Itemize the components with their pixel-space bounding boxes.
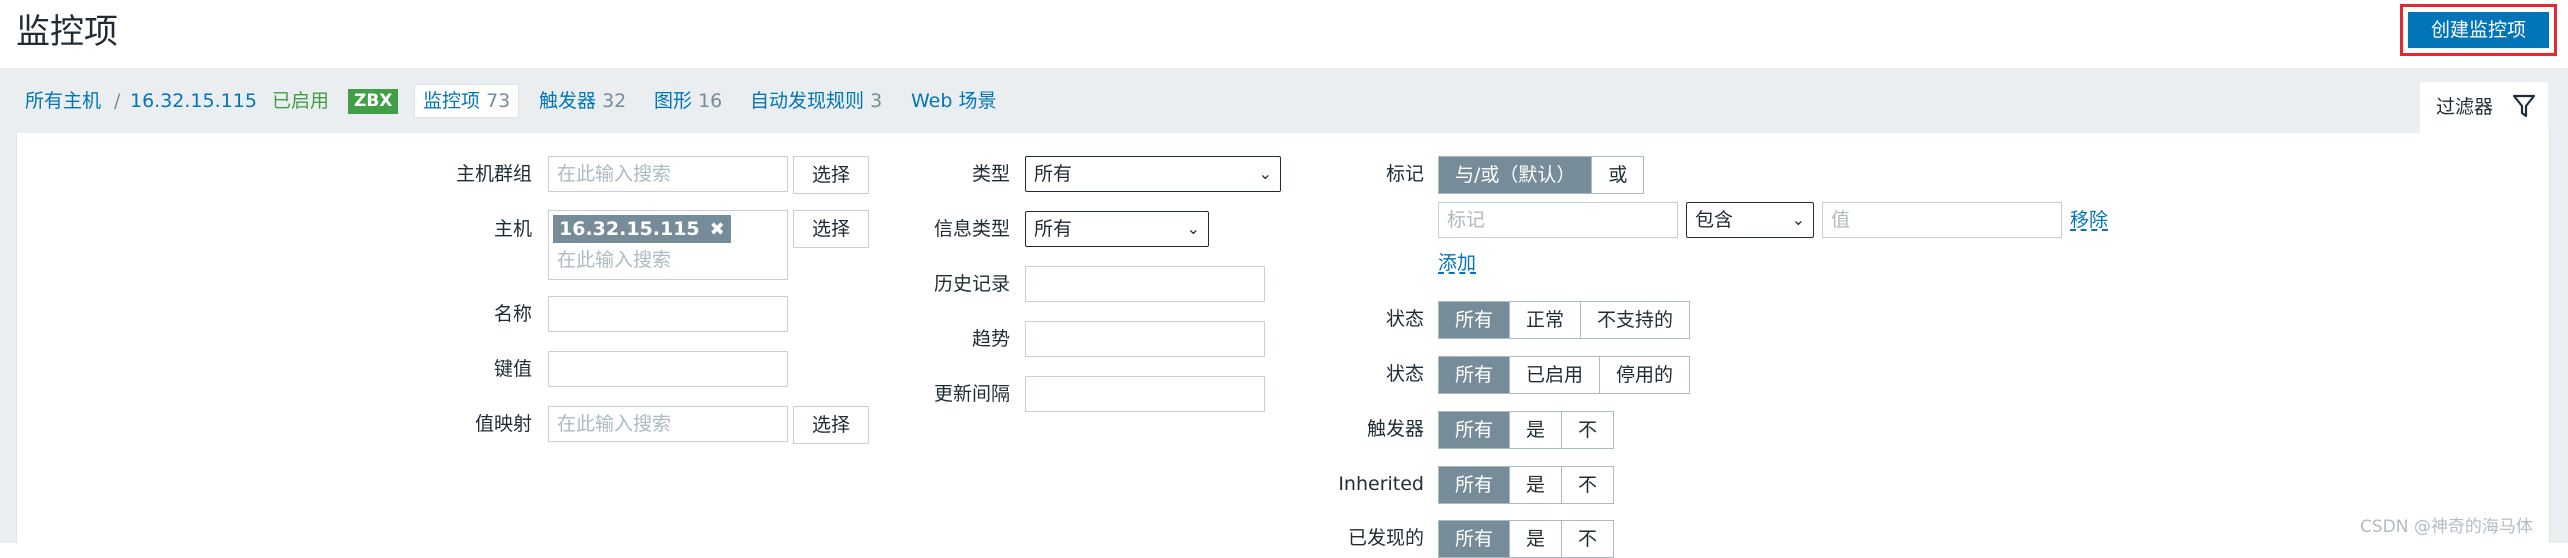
discovered-toggle[interactable]: 所有 是 不 [1438, 520, 1615, 558]
tag-value-input[interactable]: 值 [1822, 202, 2062, 238]
valuemap-label: 值映射 [474, 413, 532, 435]
discovered-option-yes[interactable]: 是 [1509, 521, 1562, 557]
trends-input[interactable] [1025, 321, 1265, 357]
page-title: 监控项 [16, 12, 118, 52]
nav-triggers-count: 32 [602, 90, 627, 112]
chevron-down-icon: ⌄ [1186, 219, 1200, 238]
nav-web-scenarios[interactable]: Web 场景 [911, 88, 996, 114]
info-type-select-value: 所有 [1034, 218, 1073, 240]
nav-triggers[interactable]: 触发器 32 [539, 88, 626, 114]
tag-operator-value: 包含 [1695, 209, 1734, 231]
inherited-label: Inherited [1338, 473, 1424, 495]
triggers-option-no[interactable]: 不 [1561, 412, 1614, 448]
nav-items-label: 监控项 [423, 90, 481, 112]
nav-triggers-label: 触发器 [539, 90, 597, 112]
discovered-option-all[interactable]: 所有 [1439, 521, 1510, 557]
nav-discovery-count: 3 [870, 90, 883, 112]
host-chip-label: 16.32.15.115 [559, 218, 700, 240]
history-input[interactable] [1025, 266, 1265, 302]
left-gutter [0, 133, 16, 543]
status-option-disabled[interactable]: 停用的 [1599, 357, 1690, 393]
breadcrumb-all-hosts[interactable]: 所有主机 [25, 88, 101, 114]
tags-evaltype-toggle[interactable]: 与/或（默认） 或 [1438, 156, 1645, 194]
status-option-all[interactable]: 所有 [1439, 357, 1510, 393]
host-group-select-button[interactable]: 选择 [793, 156, 869, 194]
info-type-select[interactable]: 所有 ⌄ [1025, 211, 1209, 247]
zbx-availability-badge: ZBX [348, 89, 399, 114]
host-select-button[interactable]: 选择 [793, 210, 869, 248]
valuemap-input[interactable]: 在此输入搜索 [548, 406, 788, 442]
remove-chip-icon[interactable]: ✖ [710, 219, 725, 240]
filter-funnel-icon [2512, 94, 2536, 118]
tag-remove-link[interactable]: 移除 [2070, 207, 2108, 233]
create-button-highlight: 创建监控项 [2400, 4, 2557, 56]
nav-discovery-label: 自动发现规则 [750, 90, 865, 112]
status-toggle[interactable]: 所有 已启用 停用的 [1438, 356, 1691, 394]
nav-graphs[interactable]: 图形 16 [654, 88, 722, 114]
host-group-label: 主机群组 [455, 163, 532, 185]
triggers-option-all[interactable]: 所有 [1439, 412, 1510, 448]
key-input[interactable] [548, 351, 788, 387]
tag-operator-select[interactable]: 包含 ⌄ [1686, 202, 1814, 238]
update-interval-input[interactable] [1025, 376, 1265, 412]
create-item-button[interactable]: 创建监控项 [2408, 12, 2549, 48]
breadcrumb: 所有主机 / 16.32.15.115 已启用 ZBX 监控项 73 触发器 3… [0, 68, 2568, 133]
tag-add-link[interactable]: 添加 [1438, 250, 1476, 276]
tag-name-input[interactable]: 标记 [1438, 202, 1678, 238]
nav-items-tab[interactable]: 监控项 73 [414, 84, 520, 118]
host-label: 主机 [493, 218, 532, 240]
state-label: 状态 [1385, 308, 1424, 330]
inherited-option-no[interactable]: 不 [1561, 467, 1614, 503]
state-option-all[interactable]: 所有 [1439, 302, 1510, 338]
name-input[interactable] [548, 296, 788, 332]
triggers-filter-label: 触发器 [1366, 418, 1424, 440]
update-interval-label: 更新间隔 [933, 383, 1010, 405]
tags-label: 标记 [1385, 163, 1424, 185]
host-status-enabled[interactable]: 已启用 [272, 88, 329, 114]
filter-tab-label: 过滤器 [2436, 96, 2494, 118]
nav-items-count: 73 [486, 90, 511, 112]
nav-discovery-rules[interactable]: 自动发现规则 3 [750, 88, 882, 114]
type-label: 类型 [971, 163, 1010, 185]
state-toggle[interactable]: 所有 正常 不支持的 [1438, 301, 1691, 339]
filter-tab[interactable]: 过滤器 [2420, 82, 2548, 133]
history-label: 历史记录 [933, 273, 1010, 295]
tags-andor-option[interactable]: 与/或（默认） [1439, 157, 1592, 193]
breadcrumb-host[interactable]: 16.32.15.115 [130, 88, 257, 114]
host-group-input[interactable]: 在此输入搜索 [548, 156, 788, 192]
info-type-label: 信息类型 [933, 218, 1010, 240]
filter-panel [16, 133, 2550, 543]
chevron-down-icon: ⌄ [1258, 164, 1272, 183]
discovered-option-no[interactable]: 不 [1561, 521, 1614, 557]
status-label: 状态 [1385, 363, 1424, 385]
state-option-unsupported[interactable]: 不支持的 [1580, 302, 1690, 338]
inherited-option-all[interactable]: 所有 [1439, 467, 1510, 503]
trends-label: 趋势 [971, 328, 1010, 350]
inherited-option-yes[interactable]: 是 [1509, 467, 1562, 503]
type-select-value: 所有 [1034, 163, 1073, 185]
nav-graphs-label: 图形 [654, 90, 693, 112]
right-gutter [2549, 133, 2568, 543]
host-multiselect[interactable]: 16.32.15.115 ✖ 在此输入搜索 [548, 210, 788, 280]
host-chip: 16.32.15.115 ✖ [553, 215, 731, 243]
triggers-toggle[interactable]: 所有 是 不 [1438, 411, 1615, 449]
key-label: 键值 [493, 358, 532, 380]
inherited-toggle[interactable]: 所有 是 不 [1438, 466, 1615, 504]
state-option-normal[interactable]: 正常 [1509, 302, 1581, 338]
status-option-enabled[interactable]: 已启用 [1509, 357, 1600, 393]
name-label: 名称 [493, 303, 532, 325]
discovered-label: 已发现的 [1347, 527, 1424, 549]
breadcrumb-separator: / [114, 90, 121, 112]
tags-or-option[interactable]: 或 [1591, 157, 1644, 193]
valuemap-select-button[interactable]: 选择 [793, 406, 869, 444]
type-select[interactable]: 所有 ⌄ [1025, 156, 1281, 192]
chevron-down-icon: ⌄ [1791, 210, 1805, 229]
watermark: CSDN @神奇的海马体 [2360, 517, 2533, 537]
nav-graphs-count: 16 [698, 90, 723, 112]
host-search-placeholder: 在此输入搜索 [557, 249, 672, 271]
triggers-option-yes[interactable]: 是 [1509, 412, 1562, 448]
